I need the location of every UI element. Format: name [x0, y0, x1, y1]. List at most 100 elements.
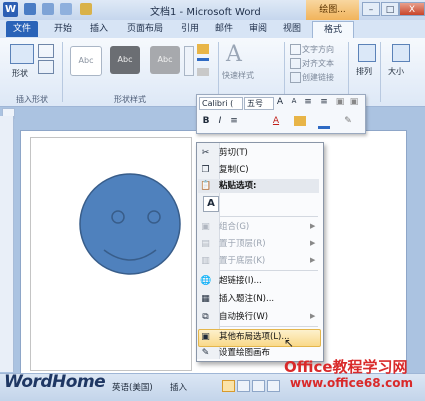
- menu-separator: [220, 216, 318, 217]
- shape-effects-icon[interactable]: [197, 68, 209, 76]
- status-insert-mode[interactable]: 插入: [170, 381, 187, 393]
- menu-item-text-wrapping[interactable]: 自动换行(W): [219, 310, 268, 324]
- shapes-gallery-icon[interactable]: [10, 44, 34, 64]
- style-gallery-scroll[interactable]: [184, 46, 194, 76]
- size-icon[interactable]: [392, 44, 410, 62]
- font-name-dropdown[interactable]: Calibri (: [199, 97, 243, 110]
- align-text-icon: [290, 58, 301, 69]
- smiley-right-eye: [147, 210, 161, 224]
- shape-styles-group-label: 形状样式: [114, 95, 146, 104]
- submenu-arrow-icon: ▶: [310, 222, 316, 230]
- maximize-button[interactable]: □: [381, 2, 399, 16]
- tab-mailings[interactable]: 邮件: [210, 21, 238, 37]
- shape-style-white[interactable]: Abc: [70, 46, 102, 76]
- shapes-button-label[interactable]: 形状: [12, 68, 28, 79]
- italic-button[interactable]: I: [214, 116, 226, 126]
- font-size-dropdown[interactable]: 五号: [244, 97, 274, 110]
- quick-styles-button[interactable]: 快速样式: [222, 70, 254, 81]
- paste-icon: 📋: [200, 181, 212, 191]
- tab-review[interactable]: 审阅: [244, 21, 272, 37]
- tab-references[interactable]: 引用: [176, 21, 204, 37]
- outline-view-icon[interactable]: [267, 380, 280, 392]
- shrink-font-button[interactable]: A: [288, 97, 300, 105]
- shape-fill-icon[interactable]: [197, 44, 209, 54]
- hyperlink-icon: 🌐: [200, 276, 212, 286]
- vertical-ruler: [0, 116, 14, 372]
- redo-icon[interactable]: [60, 3, 72, 15]
- ribbon-separator: [380, 42, 381, 102]
- close-button[interactable]: X: [399, 2, 425, 16]
- tab-file[interactable]: 文件: [6, 21, 38, 37]
- menu-item-hyperlink[interactable]: 超链接(I)...: [219, 274, 262, 288]
- menu-item-copy[interactable]: 复制(C): [219, 163, 249, 177]
- tab-home[interactable]: 开始: [48, 21, 78, 37]
- menu-item-insert-caption[interactable]: 插入题注(N)...: [219, 292, 274, 306]
- tab-page-layout[interactable]: 页面布局: [120, 21, 170, 37]
- window-title: 文档1 - Microsoft Word: [150, 7, 261, 18]
- shape-fill-mini-icon[interactable]: [294, 116, 306, 126]
- menu-item-cut[interactable]: 剪切(T): [219, 146, 248, 160]
- create-link-button[interactable]: 创建链接: [302, 72, 334, 83]
- arrange-icon[interactable]: [358, 44, 376, 62]
- tab-view[interactable]: 视图: [278, 21, 306, 37]
- paste-options-header-bg: [198, 179, 319, 193]
- bold-button[interactable]: B: [200, 116, 212, 126]
- shape-outline-icon[interactable]: [197, 58, 209, 61]
- grow-font-button[interactable]: A: [274, 97, 286, 107]
- send-backward-button[interactable]: ▣: [348, 97, 360, 107]
- bring-front-icon: ▤: [201, 239, 210, 249]
- print-layout-view-icon[interactable]: [222, 380, 235, 392]
- drawing-tools-context-label: 绘图...: [306, 0, 359, 20]
- watermark-wordhome: WordHome: [4, 372, 106, 392]
- menu-separator: [220, 326, 318, 327]
- shape-outline-mini-icon[interactable]: [318, 118, 330, 129]
- ribbon-separator: [348, 42, 349, 102]
- decrease-indent-button[interactable]: ≡: [302, 97, 314, 107]
- menu-item-bring-to-front: 置于顶层(R): [219, 239, 266, 249]
- menu-item-paste-options: 粘贴选项:: [219, 181, 257, 191]
- font-color-button[interactable]: A: [270, 116, 282, 126]
- increase-indent-button[interactable]: ≡: [318, 97, 330, 107]
- wordart-icon[interactable]: A: [226, 42, 242, 67]
- scissors-icon: ✂: [201, 148, 210, 158]
- edit-shape-icon[interactable]: [38, 44, 54, 58]
- send-back-icon: ▥: [201, 256, 210, 266]
- watermark-office-url: www.office68.com: [290, 376, 414, 390]
- create-link-icon: [290, 72, 301, 83]
- insert-shapes-group-label: 插入形状: [16, 95, 48, 104]
- paste-keep-text-button[interactable]: A: [203, 196, 219, 212]
- shape-style-dark[interactable]: Abc: [110, 46, 140, 74]
- group-icon: ▣: [201, 222, 210, 232]
- center-align-button[interactable]: ≡: [228, 116, 240, 126]
- menu-item-send-to-back: 置于底层(K): [219, 256, 266, 266]
- text-direction-button[interactable]: 文字方向: [302, 44, 334, 55]
- word-app-icon[interactable]: W: [3, 2, 18, 17]
- bring-forward-button[interactable]: ▣: [334, 97, 346, 107]
- smiley-face-shape[interactable]: [78, 172, 182, 276]
- tab-insert[interactable]: 插入: [84, 21, 114, 37]
- watermark-office-cn: Office教程学习网: [284, 358, 408, 376]
- smiley-face-circle: [79, 173, 181, 275]
- status-language[interactable]: 英语(美国): [112, 381, 153, 393]
- submenu-arrow-icon: ▶: [310, 312, 316, 320]
- menu-item-format-drawing-canvas[interactable]: 设置绘图画布: [219, 346, 270, 360]
- arrange-button[interactable]: 排列: [356, 66, 372, 77]
- align-text-button[interactable]: 对齐文本: [302, 58, 334, 69]
- size-button[interactable]: 大小: [388, 66, 404, 77]
- web-layout-view-icon[interactable]: [252, 380, 265, 392]
- save-icon[interactable]: [24, 3, 36, 15]
- undo-icon[interactable]: [42, 3, 54, 15]
- menu-item-group: 组合(G): [219, 222, 250, 232]
- tab-format[interactable]: 格式: [312, 21, 354, 38]
- full-screen-view-icon[interactable]: [237, 380, 250, 392]
- open-folder-icon[interactable]: [80, 3, 92, 15]
- caption-icon: ▦: [201, 294, 210, 304]
- text-direction-icon: [290, 44, 301, 55]
- minimize-button[interactable]: –: [362, 2, 380, 16]
- shape-style-gray[interactable]: Abc: [150, 46, 180, 74]
- layout-icon: ▣: [201, 332, 210, 342]
- format-painter-button[interactable]: ✎: [342, 116, 354, 126]
- smiley-left-eye: [111, 210, 125, 224]
- draw-textbox-icon[interactable]: [38, 60, 54, 74]
- format-canvas-icon: ✎: [201, 348, 210, 358]
